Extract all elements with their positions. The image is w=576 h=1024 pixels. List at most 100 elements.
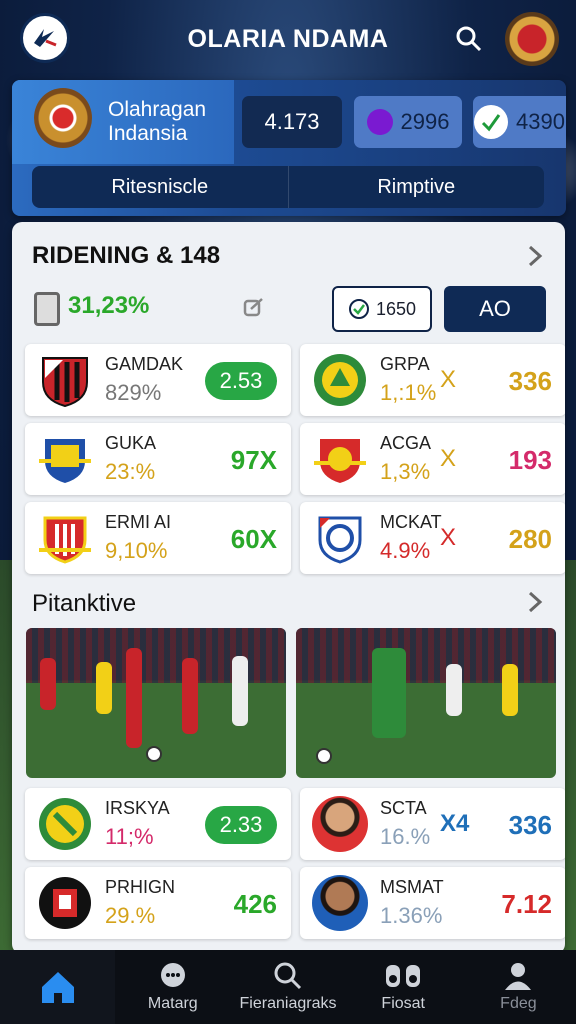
bottom-nav: Matarg Fieraniagraks Fiosat Fdeg <box>0 950 576 1024</box>
team-crest-icon <box>37 875 93 931</box>
x-mark-icon: X <box>440 524 457 551</box>
coin-icon <box>34 292 60 326</box>
team-odds: 193 <box>508 445 552 475</box>
nav-matarg[interactable]: Matarg <box>115 950 230 1024</box>
gem-icon <box>366 109 393 135</box>
player-name: MSMAT <box>380 877 444 897</box>
team-crest-icon <box>312 352 368 408</box>
player-avatar <box>312 875 368 931</box>
ball-icon <box>316 748 332 764</box>
ao-button[interactable]: AO <box>444 286 546 332</box>
odds-filter-button[interactable]: 1650 <box>332 286 432 332</box>
profile-emblem-icon[interactable] <box>505 12 559 66</box>
player-odds: 426 <box>233 889 277 919</box>
team-crest-icon <box>37 510 93 566</box>
search-icon[interactable] <box>452 22 486 56</box>
team-percentage: 1,:1% <box>380 380 437 405</box>
team-name: ACGA <box>380 433 432 453</box>
section-title: Pitanktive <box>32 590 137 617</box>
team-odds: 97X <box>230 445 277 475</box>
nav-fieraniagraks[interactable]: Fieraniagraks <box>230 950 345 1024</box>
nav-fiosat[interactable]: Fiosat <box>346 950 461 1024</box>
nav-fdeg[interactable]: Fdeg <box>461 950 576 1024</box>
team-crest-icon <box>37 352 93 408</box>
match-card[interactable]: MCKAT 4.9% X 280 <box>300 502 565 574</box>
player-name: SCTA <box>380 798 427 818</box>
player-card[interactable]: MSMAT 1.36% 7.12 <box>300 867 565 939</box>
top-bar: OLARIA NDAMA <box>0 0 576 78</box>
garuda-emblem-icon <box>34 88 92 148</box>
summary-percentage: 31,23% <box>68 292 150 319</box>
profile-icon <box>505 963 532 990</box>
player-figure <box>126 648 142 748</box>
match-card[interactable]: GRPA 1,:1% X 336 <box>300 344 565 416</box>
player-name: PRHIGN <box>105 877 176 897</box>
player-figure <box>182 658 198 734</box>
team-name: GAMDAK <box>105 354 184 374</box>
player-card[interactable]: SCTA 16.% X4 336 <box>300 788 565 860</box>
nav-label: Fieraniagraks <box>239 995 337 1012</box>
multiplier-mark: X4 <box>440 810 470 837</box>
nav-label: Matarg <box>147 995 198 1012</box>
profile-tabs: Ritesniscle Rimptive <box>32 166 544 208</box>
binoculars-icon <box>386 965 421 987</box>
team-crest-icon <box>312 431 368 487</box>
player-percentage: 16.% <box>380 824 431 849</box>
team-percentage: 1,3% <box>380 459 431 484</box>
tab-ritesniscle[interactable]: Ritesniscle <box>32 166 289 208</box>
match-card[interactable]: ACGA 1,3% X 193 <box>300 423 565 495</box>
x-mark-icon: X <box>440 445 457 472</box>
player-card[interactable]: PRHIGN 29.% 426 <box>25 867 291 939</box>
player-card[interactable]: IRSKYA 11;% 2.33 <box>25 788 291 860</box>
edit-ticket-icon[interactable] <box>242 296 270 324</box>
stat-wins[interactable]: 4390 <box>473 96 566 148</box>
team-crest-icon <box>312 510 368 566</box>
team-odds: 336 <box>508 366 552 396</box>
player-figure <box>372 648 406 738</box>
match-photo[interactable] <box>26 628 286 778</box>
stat-wins-value: 4390 <box>516 109 565 134</box>
profile-header: Olahragan Indansia <box>12 80 234 164</box>
team-percentage: 829% <box>105 380 162 405</box>
ball-icon <box>146 746 162 762</box>
match-card[interactable]: GAMDAK 829% 2.53 <box>25 344 291 416</box>
match-photo[interactable] <box>296 628 556 778</box>
player-odds: 7.12 <box>501 889 552 919</box>
team-name: ERMI AI <box>105 512 172 532</box>
profile-name-line2: Indansia <box>108 122 188 145</box>
match-card[interactable]: ERMI AI 9,10% 60X <box>25 502 291 574</box>
player-percentage: 1.36% <box>380 903 443 928</box>
player-percentage: 11;% <box>105 824 154 849</box>
profile-name: Olahragan Indansia <box>108 98 206 146</box>
odds-badge[interactable]: 2.53 <box>205 362 277 400</box>
x-mark-icon: X <box>440 366 457 393</box>
main-panel: RIDENING & 148 31,23% 1650 AO GAMDAK 829… <box>12 222 565 954</box>
check-icon <box>474 105 509 139</box>
player-figure <box>96 662 112 714</box>
player-avatar <box>312 796 368 852</box>
chevron-right-icon[interactable] <box>525 591 545 613</box>
app-logo-icon[interactable] <box>20 13 70 63</box>
chat-icon <box>160 963 185 987</box>
stat-points-value: 4.173 <box>264 109 320 134</box>
team-odds: 60X <box>230 524 277 554</box>
tab-rimptive[interactable]: Rimptive <box>289 166 545 208</box>
stat-gems-value: 2996 <box>400 109 450 134</box>
nav-home[interactable] <box>0 950 116 1024</box>
player-figure <box>502 664 518 716</box>
stat-gems[interactable]: 2996 <box>354 96 462 148</box>
team-percentage: 23:% <box>105 459 156 484</box>
stat-points[interactable]: 4.173 <box>242 96 342 148</box>
odds-filter-value: 1650 <box>375 298 417 319</box>
player-percentage: 29.% <box>105 903 156 928</box>
chevron-right-icon[interactable] <box>525 245 545 267</box>
match-card[interactable]: GUKA 23:% 97X <box>25 423 291 495</box>
odds-badge[interactable]: 2.33 <box>205 806 277 844</box>
team-name: GRPA <box>380 354 430 374</box>
team-name: GUKA <box>105 433 157 453</box>
player-name: IRSKYA <box>105 798 170 818</box>
ranking-title: RIDENING & 148 <box>32 242 221 269</box>
player-figure <box>40 658 56 710</box>
search-icon <box>274 962 302 990</box>
team-percentage: 9,10% <box>105 538 168 563</box>
